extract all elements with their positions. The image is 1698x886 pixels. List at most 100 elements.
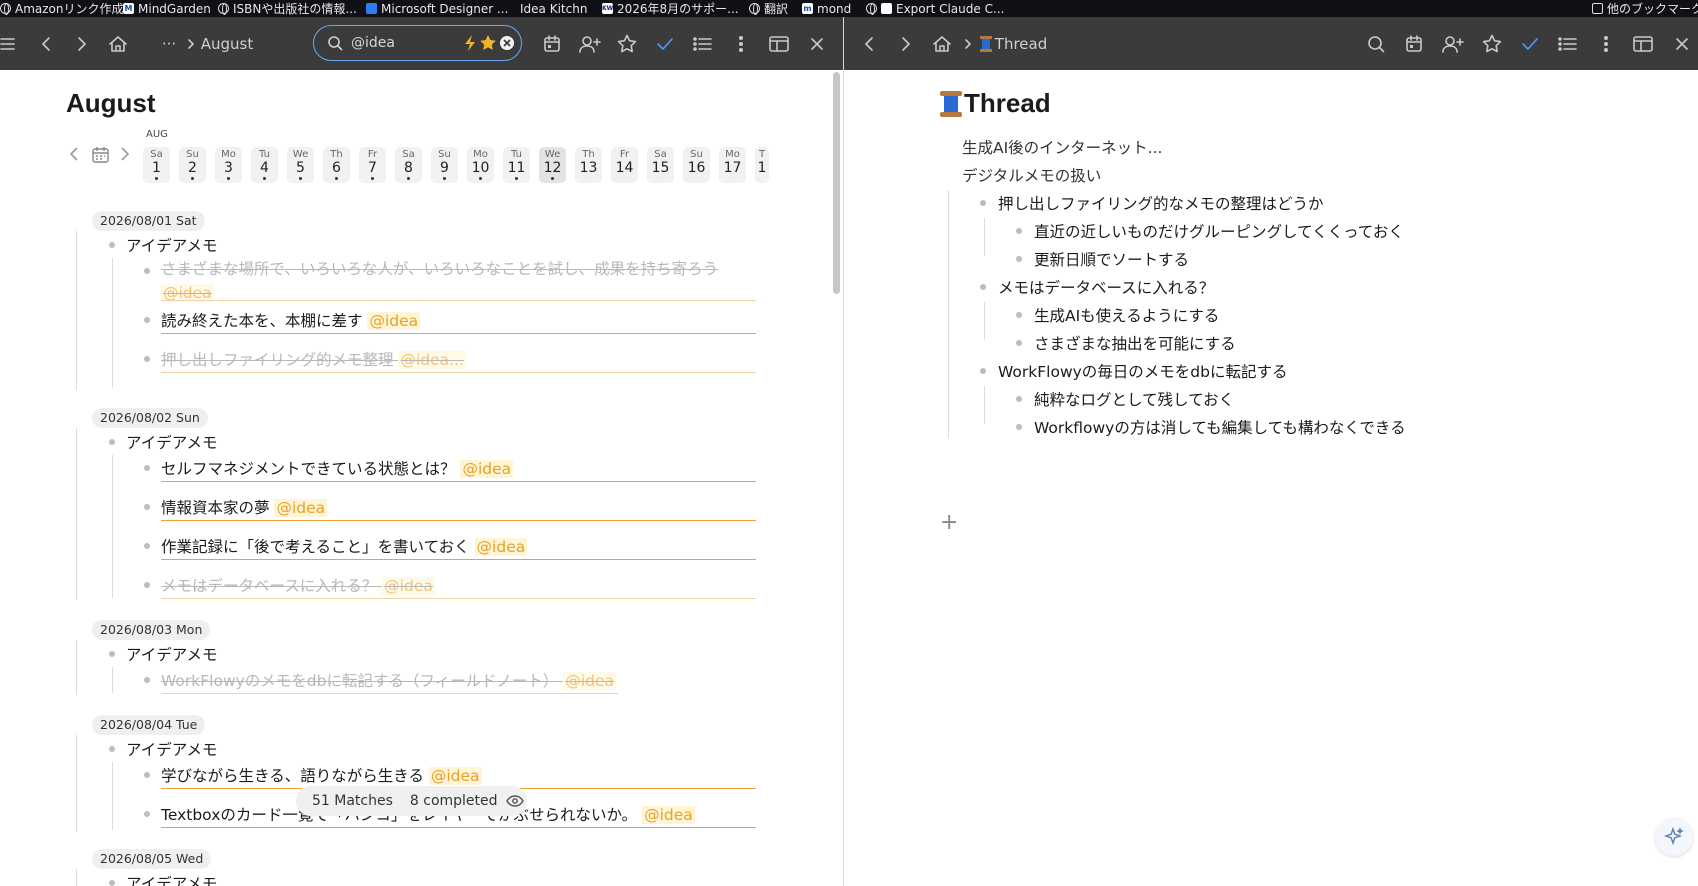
bookmark-star-icon[interactable] [615,17,639,70]
calendar-day[interactable]: Fr 7 [359,147,386,183]
bookmark-export-claude[interactable]: Export Claude C... [866,0,1004,17]
search-input[interactable]: @idea [351,35,461,51]
bullet-dot[interactable] [144,317,150,323]
list-item[interactable]: WorkFlowyのメモをdbに転記する（フィールドノート） @idea [161,669,616,691]
more-options-icon[interactable] [1596,17,1616,70]
section-heading[interactable]: アイデアメモ [126,234,217,256]
section-heading[interactable]: アイデアメモ [126,643,217,665]
list-item[interactable]: 読み終えた本を、本棚に差す @idea [161,309,421,331]
calendar-day[interactable]: Th 6 [323,147,350,183]
list-item[interactable]: さまざまな場所で、いろいろな人が、いろいろなことを試し、成果を持ち寄ろう @id… [161,257,756,305]
idea-tag[interactable]: @idea [382,577,435,595]
outline-item[interactable]: WorkFlowyの毎日のメモをdbに転記する [998,360,1287,382]
eye-icon[interactable] [505,795,524,807]
calendar-day[interactable]: Th 13 [575,147,602,183]
home-icon[interactable] [930,17,954,70]
calendar-day[interactable]: Mo 10 [467,147,494,183]
list-item[interactable]: メモはデータベースに入れる？ @idea [161,574,435,596]
bookmark-translate[interactable]: 翻訳 [749,0,788,17]
close-pane-icon[interactable] [805,17,829,70]
outline-item[interactable]: メモはデータベースに入れる？ [998,276,1214,298]
calendar-day[interactable]: Mo 3 [215,147,242,183]
breadcrumb-ellipsis[interactable]: ··· [158,17,180,70]
outline-item[interactable]: Workflowyの方は消しても編集しても構わなくできる [1034,416,1406,438]
bullet-dot[interactable] [1016,340,1022,346]
bullet-dot[interactable] [144,677,150,683]
date-header[interactable]: 2026/08/05 Wed [92,849,212,869]
split-view-icon[interactable] [766,17,792,70]
outline-item[interactable]: 生成AI後のインターネット... [962,136,1162,158]
bullet-dot[interactable] [1016,228,1022,234]
list-item[interactable]: 押し出しファイリング的メモ整理 @idea... [161,348,466,370]
calendar-prev-icon[interactable] [69,146,79,167]
back-icon[interactable] [34,17,58,70]
calendar-day[interactable]: We 12 [539,147,566,183]
list-item[interactable]: 作業記録に「後で考えること」を書いておく @idea [161,535,528,557]
list-item[interactable]: 情報資本家の夢 @idea [161,496,328,518]
star-icon[interactable] [479,34,497,52]
idea-tag[interactable]: @idea... [398,351,466,369]
date-header[interactable]: 2026/08/03 Mon [92,620,211,640]
bookmark-mindgarden[interactable]: M MindGarden [123,0,211,17]
idea-tag[interactable]: @idea [563,672,616,690]
breadcrumb-current[interactable]: Thread [995,17,1047,70]
calendar-day[interactable]: Fr 14 [611,147,638,183]
calendar-day[interactable]: Mo 17 [719,147,746,183]
calendar-day[interactable]: Sa 15 [647,147,674,183]
bookmark-designer[interactable]: Microsoft Designer ... [366,0,508,17]
list-item[interactable]: セルフマネジメントできている状態とは？ @idea [161,457,514,479]
scrollbar-thumb[interactable] [833,72,840,294]
calendar-day[interactable]: Su 9 [431,147,458,183]
outline-item[interactable]: 押し出しファイリング的なメモの整理はどうか [998,192,1324,214]
bullet-dot[interactable] [144,465,150,471]
home-icon[interactable] [106,17,130,70]
section-heading[interactable]: アイデアメモ [126,872,217,886]
menu-icon[interactable] [0,17,16,70]
close-pane-icon[interactable] [1670,17,1694,70]
idea-tag[interactable]: @idea [474,538,528,556]
bullet-dot[interactable] [980,200,986,206]
bullet-dot[interactable] [144,268,150,274]
outline-item[interactable]: 純粋なログとして残しておく [1034,388,1234,410]
bullet-dot[interactable] [1016,256,1022,262]
idea-tag[interactable]: @idea [274,499,328,517]
date-header[interactable]: 2026/08/04 Tue [92,715,206,735]
bullet-dot[interactable] [980,368,986,374]
calendar-day[interactable]: Sa 1 [143,147,170,183]
date-header[interactable]: 2026/08/02 Sun [92,408,208,428]
calendar-icon[interactable] [1402,17,1426,70]
idea-tag[interactable]: @idea [367,312,421,330]
ai-assist-button[interactable] [1655,818,1693,856]
bookmark-idea-kitchn[interactable]: Idea Kitchn [516,0,587,17]
forward-icon[interactable] [70,17,94,70]
outline-item[interactable]: 直近の近しいものだけグルーピングしてくくっておく [1034,220,1404,242]
section-heading[interactable]: アイデアメモ [126,738,217,760]
outline-item[interactable]: 更新日順でソートする [1034,248,1189,270]
bullet-dot[interactable] [109,242,115,248]
add-item-icon[interactable]: + [940,510,958,535]
bullet-dot[interactable] [109,439,115,445]
calendar-icon[interactable] [540,17,564,70]
bullet-dot[interactable] [144,772,150,778]
bookmark-other[interactable]: 他のブックマーク [1592,0,1698,17]
outline-item[interactable]: デジタルメモの扱い [962,164,1101,186]
search-icon[interactable] [1364,17,1388,70]
bookmark-amazon[interactable]: Amazonリンク作成 [0,0,124,17]
bullet-dot[interactable] [1016,312,1022,318]
calendar-icon[interactable] [92,146,110,169]
breadcrumb-current[interactable]: August [201,17,254,70]
bookmark-mond[interactable]: m mond [802,0,851,17]
completed-check-icon[interactable] [1518,17,1542,70]
idea-tag[interactable]: @idea [428,767,482,785]
lightning-icon[interactable] [463,34,477,52]
calendar-day[interactable]: Tu 4 [251,147,278,183]
add-person-icon[interactable] [1440,17,1466,70]
calendar-day[interactable]: Su 2 [179,147,206,183]
bullet-dot[interactable] [144,582,150,588]
list-item[interactable]: 学びながら生きる、語りながら生きる @idea [161,764,482,786]
calendar-day[interactable]: Tu 11 [503,147,530,183]
search-field[interactable]: @idea [313,25,522,61]
scrollbar[interactable] [830,70,843,886]
bullet-dot[interactable] [144,543,150,549]
idea-tag[interactable]: @idea [642,806,695,824]
